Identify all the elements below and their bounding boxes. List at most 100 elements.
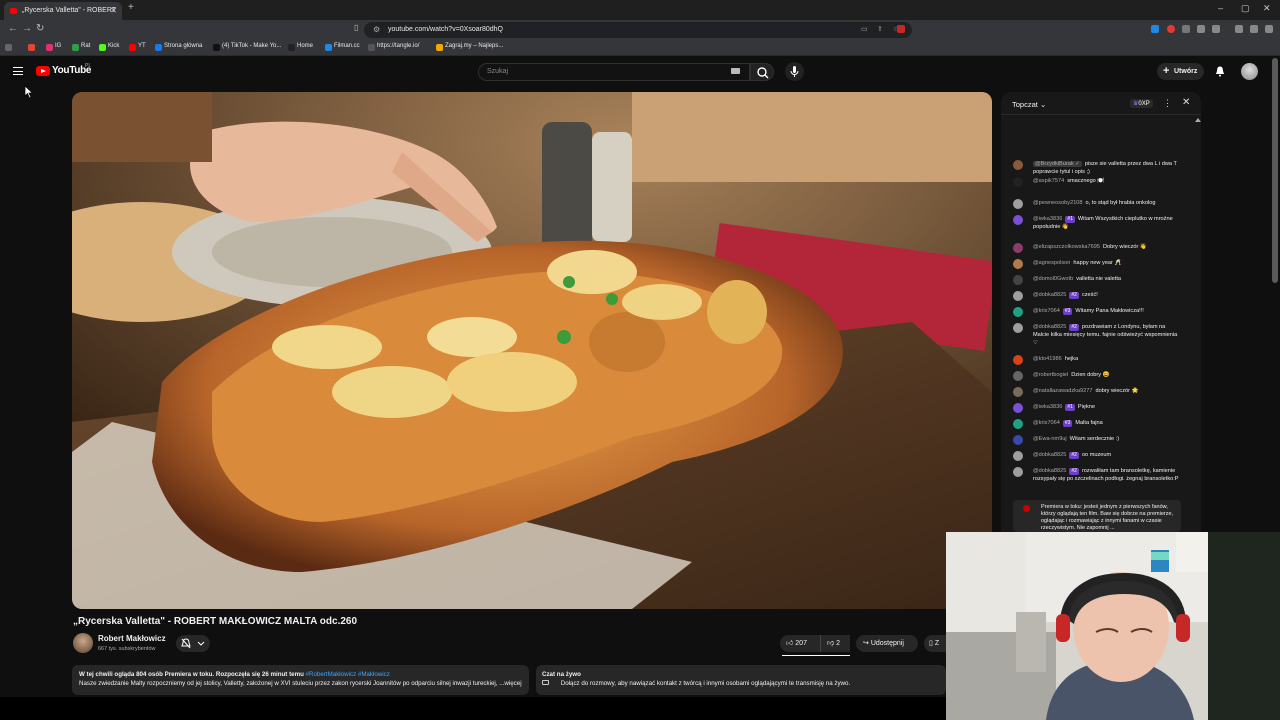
chat-message[interactable]: @agnespolson happy new year 🥂 [1013,259,1181,269]
share-page-icon[interactable]: ⇪ [877,22,883,38]
pip-icon[interactable]: ▭ [861,22,868,38]
chat-message[interactable]: @natallazawadzka9277 dobry wieczór 🌟 [1013,387,1181,397]
bookmark-item[interactable]: Strona główna [155,43,202,51]
extension-icon[interactable] [1182,25,1190,33]
chat-message[interactable]: @BrzydkiBurak ✓ pisze sie valletta przez … [1013,160,1181,176]
chat-author-name[interactable]: @kris7064 [1033,308,1060,314]
chat-author-avatar[interactable] [1013,160,1023,170]
chat-author-name[interactable]: @dobka8825 [1033,292,1066,298]
chat-author-name[interactable]: @dobka8825 [1033,468,1066,474]
new-tab-icon[interactable]: + [128,2,134,13]
chat-message[interactable]: @aspik7574 smacznego 🍽️ [1013,177,1181,187]
chat-author-name[interactable]: @dobka8825 [1033,452,1066,458]
media-icon[interactable] [1235,25,1243,33]
chat-message[interactable]: @robertbogiel Dzien dobry 😀 [1013,371,1181,381]
site-info-icon[interactable]: ⚙ [373,22,380,38]
extension-icon[interactable] [1151,25,1159,33]
browser-tab-active[interactable]: „Rycerska Valletta" - ROBERT ✕ [4,2,122,20]
chat-author-avatar[interactable] [1013,307,1023,317]
chat-message[interactable]: @iwka3836 #1 Piękne [1013,403,1181,413]
chat-author-avatar[interactable] [1013,419,1023,429]
bookmark-item[interactable]: YT [129,43,146,51]
more-options-icon[interactable]: ⋮ [1163,98,1172,109]
chat-author-avatar[interactable] [1013,435,1023,445]
menu-icon[interactable] [1265,25,1273,33]
bookmark-item[interactable]: IG [46,43,61,51]
close-tab-icon[interactable]: ✕ [110,2,117,20]
scroll-up-icon[interactable] [1195,118,1201,122]
chat-author-avatar[interactable] [1013,291,1023,301]
chat-message[interactable]: @dobka8825 #2 pozdrawiam z Londynu, byłam … [1013,323,1181,347]
chat-author-name[interactable]: @aspik7574 [1033,178,1064,184]
chat-author-avatar[interactable] [1013,215,1023,225]
bookmark-item[interactable]: Kick [99,43,119,51]
chat-author-name[interactable]: @iwka3836 [1033,216,1062,222]
bookmark-item[interactable]: Rat [72,43,90,51]
search-button[interactable] [750,63,774,81]
back-icon[interactable]: ← [8,23,18,34]
close-chat-icon[interactable]: ✕ [1182,97,1190,108]
chat-message[interactable]: @domol0Gwotb valletta nie valetta [1013,275,1181,285]
keyboard-icon[interactable] [731,68,740,74]
chat-author-name[interactable]: @kris7064 [1033,420,1060,426]
chat-message[interactable]: @dobka8825 #2 rozwaliłam tam bransoletkę, … [1013,467,1181,483]
share-button[interactable]: ↪ Udostępnij [856,635,918,652]
channel-name[interactable]: Robert Makłowicz [98,634,166,643]
chat-message[interactable]: @dobka8825 #2 cześć! [1013,291,1181,301]
chat-author-avatar[interactable] [1013,371,1023,381]
page-scrollbar[interactable] [1272,58,1278,283]
chat-message[interactable]: @dobka8825 #2 oo muzeum [1013,451,1181,461]
chat-message[interactable]: @elizapszczolkowska7695 Dobry wieczór 👋 [1013,243,1181,253]
chat-author-name[interactable]: @natallazawadzka9277 [1033,388,1092,394]
bookmark-item[interactable]: (4) TikTok - Make Yo... [213,43,281,51]
description-hashtags[interactable]: #RobertMakłowicz #Makłowicz [306,671,390,678]
subscription-notification-button[interactable] [176,635,210,652]
create-button[interactable]: + Utwórz [1157,63,1204,80]
chat-author-avatar[interactable] [1013,467,1023,477]
bookmark-item[interactable]: https://tangle.io/ [368,43,419,51]
chat-author-avatar[interactable] [1013,355,1023,365]
chat-message[interactable]: @kris7064 #3 Malta fajna [1013,419,1181,429]
chat-message[interactable]: @pewneosoby2108 o, to stąd był hrabia onk… [1013,199,1181,209]
bookmark-icon[interactable]: ▯ [354,23,358,32]
chat-author-avatar[interactable] [1013,259,1023,269]
youtube-logo-icon[interactable] [36,66,50,76]
notifications-bell-icon[interactable] [1215,66,1225,77]
chat-mode-dropdown[interactable]: Topczat ⌄ [1012,100,1046,109]
maximize-icon[interactable]: ▢ [1241,3,1250,14]
chat-author-avatar[interactable] [1013,323,1023,333]
chat-author-name[interactable]: @iwka3836 [1033,404,1062,410]
chat-author-avatar[interactable] [1013,387,1023,397]
search-input[interactable]: Szukaj [478,63,750,81]
bookmark-item[interactable]: Zagraj.my – Najleps... [436,43,503,51]
bookmark-item[interactable]: Filman.cc [325,43,360,51]
dislike-button[interactable]: 👎︎ 2 [820,635,850,652]
chat-message[interactable]: @iwka3836 #1 Witam Wszystkich cieplutko w … [1013,215,1181,231]
chat-author-name[interactable]: @domol0Gwotb [1033,276,1073,282]
chat-author-avatar[interactable] [1013,451,1023,461]
chat-author-name[interactable]: @kto41986 [1033,356,1062,362]
chat-author-name[interactable]: @pewneosoby2108 [1033,200,1083,206]
account-avatar[interactable] [1241,63,1258,80]
close-window-icon[interactable]: ✕ [1263,3,1271,14]
chat-author-name[interactable]: @elizapszczolkowska7695 [1033,244,1100,250]
hamburger-menu-icon[interactable] [13,67,23,75]
chat-message[interactable]: @kto41986 hejka [1013,355,1181,365]
xp-badge[interactable]: ♛0XP [1130,99,1153,108]
chat-author-avatar[interactable] [1013,177,1023,187]
save-button[interactable]: ▯ Z [924,635,946,652]
chat-author-name[interactable]: @BrzydkiBurak ✓ [1033,161,1082,167]
chat-author-avatar[interactable] [1013,243,1023,253]
extension-icon[interactable] [1197,25,1205,33]
video-description[interactable]: W tej chwili ogląda 804 osób Premiera w … [72,665,529,695]
extension-icon[interactable] [1212,25,1220,33]
chat-author-name[interactable]: @robertbogiel [1033,372,1068,378]
chat-message[interactable]: @kris7064 #3 Witamy Pana Makłowicza!!! [1013,307,1181,317]
chat-author-avatar[interactable] [1013,199,1023,209]
chat-message[interactable]: @Ewa-nm9uj Witam serdecznie :) [1013,435,1181,445]
extension-icon[interactable] [1167,25,1175,33]
extension-icon[interactable] [897,25,905,33]
chat-author-avatar[interactable] [1013,275,1023,285]
chat-author-avatar[interactable] [1013,403,1023,413]
chat-author-name[interactable]: @Ewa-nm9uj [1033,436,1067,442]
